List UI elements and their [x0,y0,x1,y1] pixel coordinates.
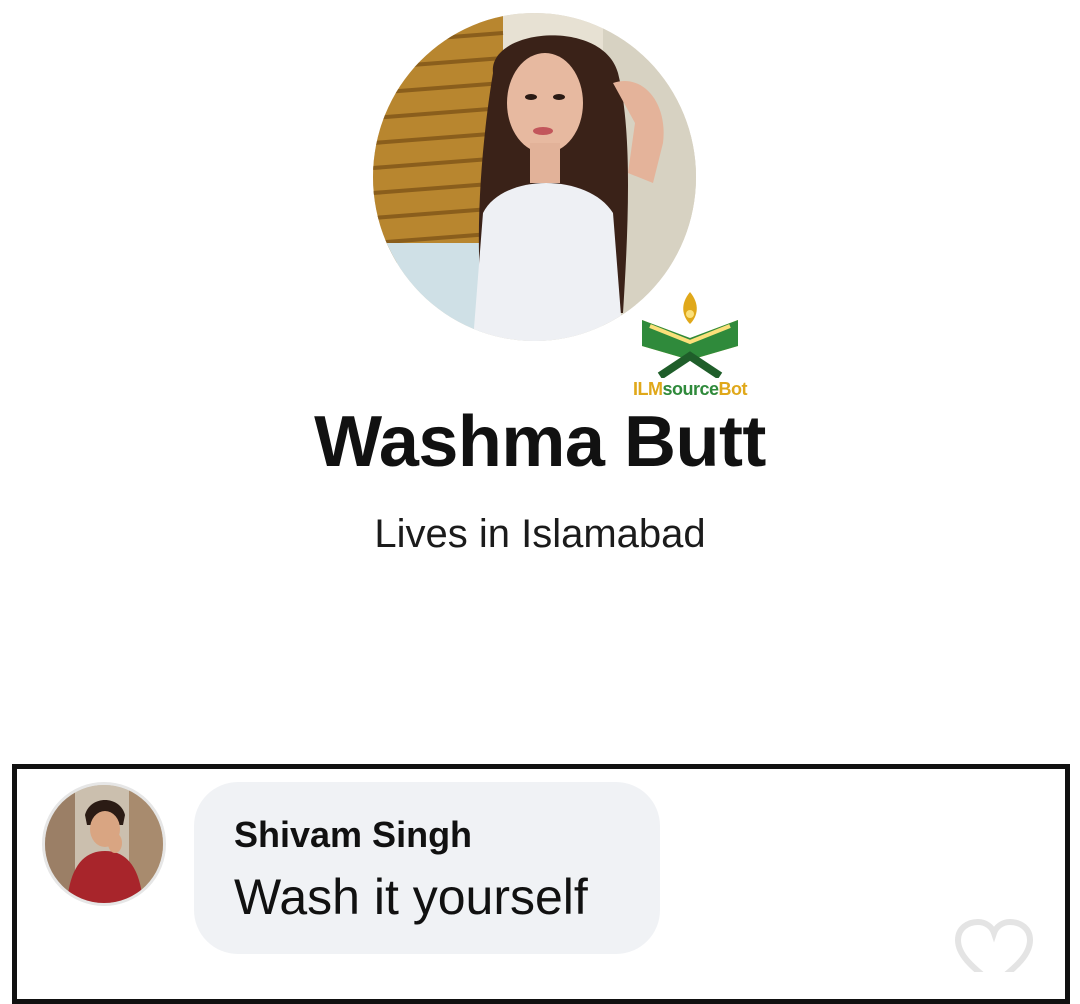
comment-author[interactable]: Shivam Singh [234,814,472,856]
watermark-logo: ILMsourceBot [620,290,760,402]
comment-bubble[interactable]: Shivam Singh Wash it yourself [194,782,660,954]
heart-icon[interactable] [952,918,1036,972]
profile-photo [45,785,163,903]
profile-name[interactable]: Washma Butt [0,397,1080,487]
commenter-avatar[interactable] [42,782,166,906]
open-book-icon [642,292,738,378]
watermark-text-bot: Bot [718,379,748,399]
watermark-text-source: source [662,379,719,399]
comment-text: Wash it yourself [234,869,588,925]
watermark-text-ilm: ILM [632,379,663,399]
profile-location: Lives in Islamabad [374,512,706,556]
